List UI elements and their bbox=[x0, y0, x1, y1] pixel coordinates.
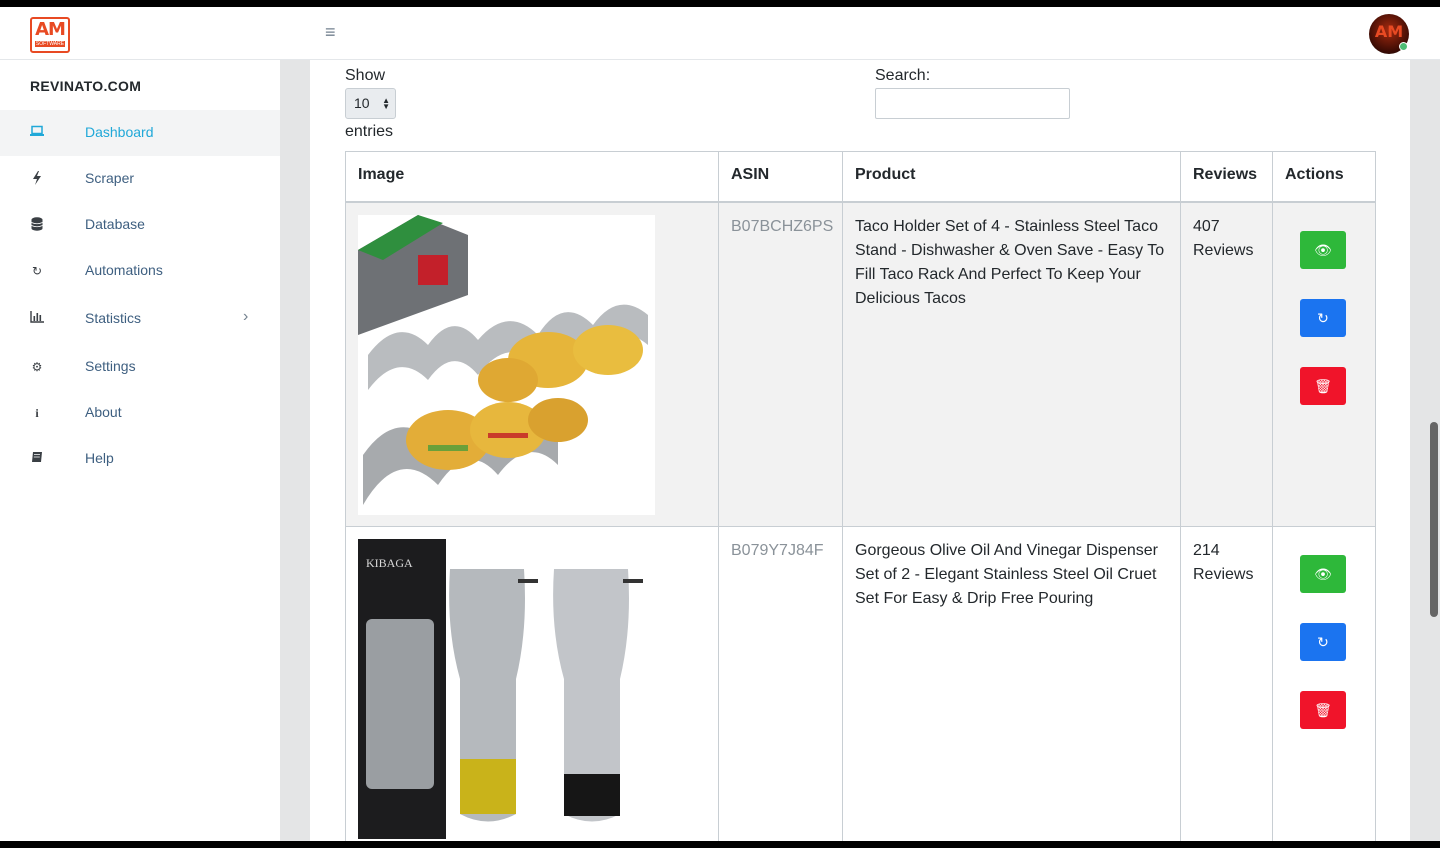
sidebar-item-label: Dashboard bbox=[85, 124, 154, 140]
sidebar-item-about[interactable]: i About bbox=[0, 390, 280, 436]
product-image-oil-dispenser[interactable]: KIBAGA bbox=[358, 539, 655, 839]
image-cell bbox=[345, 201, 719, 527]
product-cell: Taco Holder Set of 4 - Stainless Steel T… bbox=[842, 201, 1181, 527]
sidebar: REVINATO.COM Dashboard Scraper Database … bbox=[0, 60, 280, 841]
table-row: B07BCHZ6PS Taco Holder Set of 4 - Stainl… bbox=[345, 201, 1376, 527]
column-header-reviews[interactable]: Reviews bbox=[1180, 151, 1273, 203]
column-header-image[interactable]: Image bbox=[345, 151, 719, 203]
sidebar-item-help[interactable]: Help bbox=[0, 436, 280, 482]
column-header-actions: Actions bbox=[1272, 151, 1376, 203]
brand-logo[interactable]: AM SOFTWARE bbox=[30, 17, 70, 53]
sidebar-item-settings[interactable]: ⚙ Settings bbox=[0, 344, 280, 390]
sidebar-item-database[interactable]: Database bbox=[0, 202, 280, 248]
table-row: KIBAGA B079Y7J84F Gorgeous Olive Oil And… bbox=[345, 526, 1376, 841]
select-arrows-icon: ▲ ▼ bbox=[382, 96, 390, 111]
sidebar-brand: REVINATO.COM bbox=[30, 78, 142, 94]
search-input[interactable] bbox=[875, 88, 1070, 119]
page-size-select[interactable]: 10 ▲ ▼ bbox=[345, 88, 396, 119]
page-scrollbar[interactable] bbox=[1430, 422, 1438, 617]
product-cell: Gorgeous Olive Oil And Vinegar Dispenser… bbox=[842, 526, 1181, 841]
bar-chart-icon bbox=[28, 311, 46, 327]
actions-cell: 👁 ↻ 🗑 bbox=[1272, 526, 1376, 841]
sidebar-item-label: Settings bbox=[85, 358, 136, 374]
reviews-cell: 407 Reviews bbox=[1180, 201, 1273, 527]
bolt-icon bbox=[28, 171, 46, 187]
image-cell: KIBAGA bbox=[345, 526, 719, 841]
page-size-value: 10 bbox=[354, 95, 370, 111]
refresh-icon: ↻ bbox=[1317, 634, 1329, 650]
sidebar-item-label: Scraper bbox=[85, 170, 135, 186]
show-label: Show bbox=[345, 67, 386, 84]
column-header-asin[interactable]: ASIN bbox=[718, 151, 843, 203]
reviews-count: 214 bbox=[1193, 542, 1220, 559]
actions-cell: 👁 ↻ 🗑 bbox=[1272, 201, 1376, 527]
reviews-cell: 214 Reviews bbox=[1180, 526, 1273, 841]
view-button[interactable]: 👁 bbox=[1300, 230, 1346, 269]
refresh-icon: ↻ bbox=[1317, 309, 1329, 326]
logo-text: AM bbox=[35, 19, 66, 40]
refresh-button[interactable]: ↻ bbox=[1300, 623, 1346, 661]
product-image-taco-holder[interactable] bbox=[358, 214, 655, 515]
info-icon: i bbox=[35, 406, 39, 420]
image-brand-text: KIBAGA bbox=[366, 556, 413, 570]
trash-icon: 🗑 bbox=[1314, 377, 1332, 394]
asin-cell: B079Y7J84F bbox=[718, 526, 843, 841]
user-avatar[interactable]: AM bbox=[1369, 14, 1409, 54]
reviews-label: Reviews bbox=[1193, 566, 1254, 583]
sidebar-item-label: Statistics bbox=[85, 310, 142, 326]
reviews-label: Reviews bbox=[1193, 241, 1254, 259]
column-header-product[interactable]: Product bbox=[842, 151, 1181, 203]
refresh-icon: ↻ bbox=[31, 264, 43, 278]
delete-button[interactable]: 🗑 bbox=[1300, 691, 1346, 729]
cogs-icon: ⚙ bbox=[31, 360, 43, 374]
products-table: Image ASIN Product Reviews Actions B07BC… bbox=[345, 151, 1376, 841]
sidebar-item-dashboard[interactable]: Dashboard bbox=[0, 110, 280, 156]
book-icon bbox=[28, 451, 46, 467]
reviews-count: 407 bbox=[1193, 217, 1220, 235]
delete-button[interactable]: 🗑 bbox=[1300, 366, 1346, 405]
avatar-text: AM bbox=[1374, 22, 1404, 41]
top-navbar: AM SOFTWARE ≡ AM bbox=[0, 7, 1440, 60]
sidebar-item-automations[interactable]: ↻ Automations bbox=[0, 248, 280, 294]
trash-icon: 🗑 bbox=[1314, 702, 1332, 718]
app-frame: AM SOFTWARE ≡ AM REVINATO.COM Dashboard … bbox=[0, 7, 1440, 841]
table-header-row: Image ASIN Product Reviews Actions bbox=[345, 151, 1376, 203]
search-label: Search: bbox=[875, 67, 931, 84]
database-icon bbox=[28, 217, 46, 233]
sidebar-item-label: Database bbox=[85, 216, 145, 232]
refresh-button[interactable]: ↻ bbox=[1300, 298, 1346, 337]
sidebar-item-scraper[interactable]: Scraper bbox=[0, 156, 280, 202]
online-status-icon bbox=[1399, 42, 1408, 51]
sidebar-item-label: Help bbox=[85, 450, 114, 466]
entries-label: entries bbox=[345, 123, 394, 140]
laptop-icon bbox=[28, 125, 46, 141]
asin-cell: B07BCHZ6PS bbox=[718, 201, 843, 527]
sidebar-item-label: About bbox=[85, 404, 122, 420]
logo-subtext: SOFTWARE bbox=[35, 41, 65, 47]
chevron-right-icon[interactable]: › bbox=[243, 308, 248, 326]
view-button[interactable]: 👁 bbox=[1300, 555, 1346, 593]
menu-toggle-icon[interactable]: ≡ bbox=[325, 23, 342, 41]
eye-icon: 👁 bbox=[1314, 566, 1332, 582]
eye-icon: 👁 bbox=[1314, 241, 1332, 258]
sidebar-item-label: Automations bbox=[85, 262, 163, 278]
sidebar-item-statistics[interactable]: Statistics › bbox=[0, 296, 280, 342]
